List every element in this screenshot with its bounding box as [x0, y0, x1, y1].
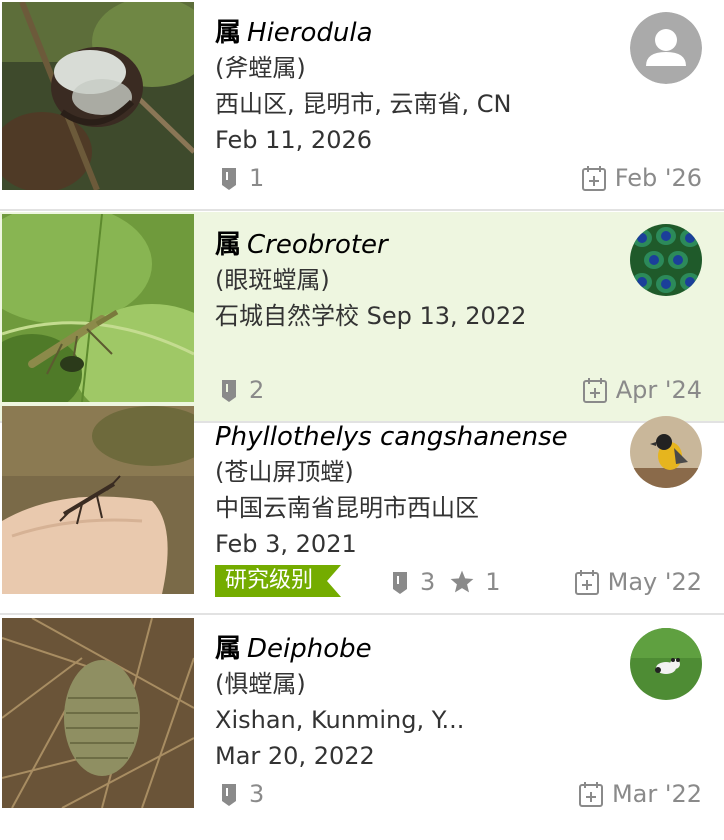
upload-date-value: May '22: [607, 568, 702, 596]
taxon-rank: 属: [215, 634, 242, 664]
id-tag-icon: [222, 784, 236, 806]
observation-meta: 1 Feb '26: [215, 160, 702, 196]
common-name: (苍山屏顶螳): [215, 458, 354, 486]
calendar-plus-icon: [574, 570, 599, 595]
research-grade-badge: 研究级别: [215, 565, 341, 597]
taxon-rank: 属: [215, 18, 242, 48]
bird-avatar-image: [630, 416, 702, 488]
identification-count: 2: [219, 376, 264, 404]
taxon-name[interactable]: 属 Creobroter: [215, 228, 615, 262]
observation-photo[interactable]: [2, 618, 194, 808]
calendar-plus-icon: [581, 166, 606, 191]
common-name: (斧螳属): [215, 54, 306, 82]
scientific-name: Phyllothelys cangshanense: [215, 422, 568, 452]
upload-date-value: Mar '22: [611, 780, 702, 808]
observation-row[interactable]: 属 Deiphobe (惧螳属) Xishan, Kunming, Y... Ma…: [0, 616, 724, 840]
user-avatar[interactable]: [630, 628, 702, 700]
identification-count: 3: [219, 780, 264, 808]
identification-count-value: 3: [249, 780, 265, 808]
upload-date-value: Feb '26: [614, 164, 702, 192]
upload-date: May '22: [574, 564, 702, 600]
observation-meta: 3 Mar '22: [215, 776, 702, 812]
mantis-ootheca-on-pine-needles-photo: [2, 618, 194, 808]
observation-row[interactable]: 属 Hierodula (斧螳属) 西山区, 昆明市, 云南省, CN Feb 1…: [0, 0, 724, 211]
mantis-on-hand-photo: [2, 406, 194, 594]
observed-date: Mar 20, 2022: [215, 742, 375, 770]
observation-info: 属 Deiphobe (惧螳属) Xishan, Kunming, Y... Ma…: [215, 632, 615, 774]
place-name: Xishan, Kunming, Y...: [215, 706, 465, 734]
fave-count: 1: [449, 568, 501, 596]
observation-info: 属 Hierodula (斧螳属) 西山区, 昆明市, 云南省, CN Feb 1…: [215, 16, 615, 158]
id-tag-icon: [393, 572, 407, 594]
star-icon: [450, 570, 474, 593]
calendar-plus-icon: [578, 782, 603, 807]
taxon-name[interactable]: 属 Hierodula: [215, 16, 615, 50]
identification-count-value: 2: [249, 376, 265, 404]
taxon-name[interactable]: Phyllothelys cangshanense: [215, 420, 615, 454]
scientific-name: Deiphobe: [247, 634, 372, 664]
observation-photo[interactable]: [2, 214, 194, 402]
fave-count-value: 1: [485, 568, 501, 596]
calendar-plus-icon: [582, 378, 607, 403]
upload-date-value: Apr '24: [615, 376, 702, 404]
place-name: 西山区, 昆明市, 云南省, CN: [215, 90, 512, 118]
upload-date: Apr '24: [582, 372, 702, 408]
identification-count-value: 3: [420, 568, 436, 596]
scientific-name: Hierodula: [247, 18, 373, 48]
user-icon: [630, 12, 702, 84]
mantis-on-leaf-photo: [2, 214, 194, 402]
observation-photo[interactable]: [2, 2, 194, 190]
id-tag-icon: [222, 168, 236, 190]
identification-count: 3: [390, 568, 435, 596]
user-avatar[interactable]: [630, 416, 702, 488]
common-name: (惧螳属): [215, 670, 306, 698]
observed-date: Feb 11, 2026: [215, 126, 372, 154]
user-avatar[interactable]: [630, 12, 702, 84]
upload-date: Mar '22: [578, 776, 702, 812]
observation-stats: 3: [219, 776, 278, 812]
observation-meta: 2 Apr '24: [215, 372, 702, 408]
scientific-name: Creobroter: [247, 230, 388, 260]
place-name: 中国云南省昆明市西山区: [215, 494, 479, 522]
observation-row[interactable]: Phyllothelys cangshanense (苍山屏顶螳) 中国云南省昆…: [0, 404, 724, 615]
upload-date: Feb '26: [581, 160, 702, 196]
observation-stats: 2: [219, 372, 278, 408]
panda-on-grass-avatar-image: [630, 628, 702, 700]
taxon-rank: 属: [215, 230, 242, 260]
observation-info: 属 Creobroter (眼斑螳属) 石城自然学校 Sep 13, 2022: [215, 228, 615, 334]
observation-photo[interactable]: [2, 406, 194, 594]
peacock-feather-avatar-image: [630, 224, 702, 296]
observation-stats: 1: [219, 160, 278, 196]
observation-row[interactable]: 属Creobroter (眼斑螳属) 石城自然学校 Sep 13, 2022: [0, 212, 724, 423]
place-name: 石城自然学校 Sep 13, 2022: [215, 302, 527, 330]
observation-meta: 研究级别 3 1 May '22: [215, 564, 702, 600]
id-tag-icon: [222, 380, 236, 402]
identification-count: 1: [219, 164, 264, 192]
observation-stats: 3 1: [390, 564, 515, 600]
observation-list: 属 Hierodula (斧螳属) 西山区, 昆明市, 云南省, CN Feb 1…: [0, 0, 724, 840]
common-name: (眼斑螳属): [215, 266, 330, 294]
mantis-ootheca-photo: [2, 2, 194, 190]
user-avatar[interactable]: [630, 224, 702, 296]
observed-date: Feb 3, 2021: [215, 530, 357, 558]
taxon-name[interactable]: 属 Deiphobe: [215, 632, 615, 666]
observation-info: Phyllothelys cangshanense (苍山屏顶螳) 中国云南省昆…: [215, 420, 615, 562]
identification-count-value: 1: [249, 164, 265, 192]
